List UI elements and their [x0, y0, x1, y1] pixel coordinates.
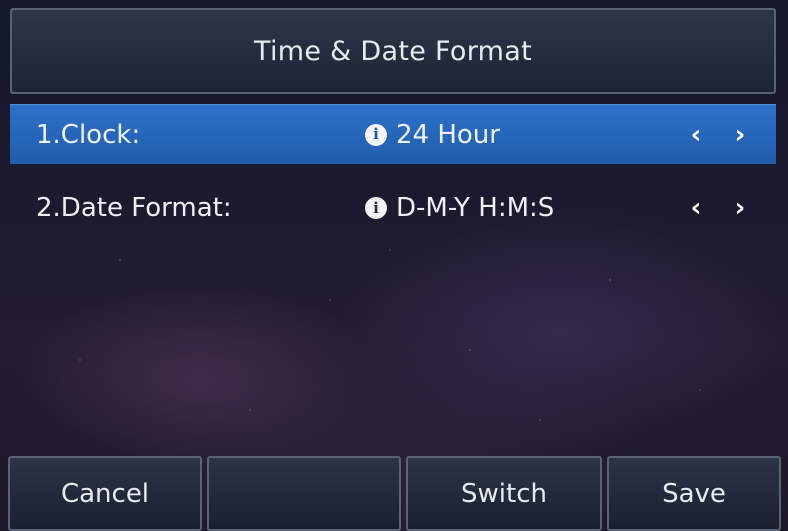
switch-button[interactable]: Switch — [406, 456, 602, 531]
softkey-bar: Cancel Switch Save — [0, 456, 788, 531]
chevron-right-icon[interactable]: › — [728, 194, 752, 222]
phone-screen: Time & Date Format 1.Clock: i 24 Hour ‹ … — [0, 0, 788, 531]
setting-value-clock: 24 Hour — [396, 119, 500, 150]
setting-label-date-format: 2.Date Format: — [36, 193, 232, 223]
title-bar: Time & Date Format — [10, 8, 776, 94]
info-icon: i — [365, 123, 387, 146]
chevron-left-icon[interactable]: ‹ — [684, 194, 708, 222]
page-title: Time & Date Format — [254, 35, 532, 67]
setting-value-date-format: D-M-Y H:M:S — [396, 193, 555, 223]
info-icon: i — [365, 197, 387, 219]
chevron-right-icon[interactable]: › — [728, 121, 752, 149]
cancel-button[interactable]: Cancel — [8, 456, 202, 531]
setting-row-date-format[interactable]: 2.Date Format: i D-M-Y H:M:S ‹ › — [10, 178, 776, 238]
setting-label-clock: 1.Clock: — [36, 119, 141, 150]
chevron-left-icon[interactable]: ‹ — [684, 121, 708, 149]
setting-row-clock[interactable]: 1.Clock: i 24 Hour ‹ › — [10, 104, 776, 164]
empty-softkey-button[interactable] — [207, 456, 401, 531]
save-button[interactable]: Save — [607, 456, 781, 531]
